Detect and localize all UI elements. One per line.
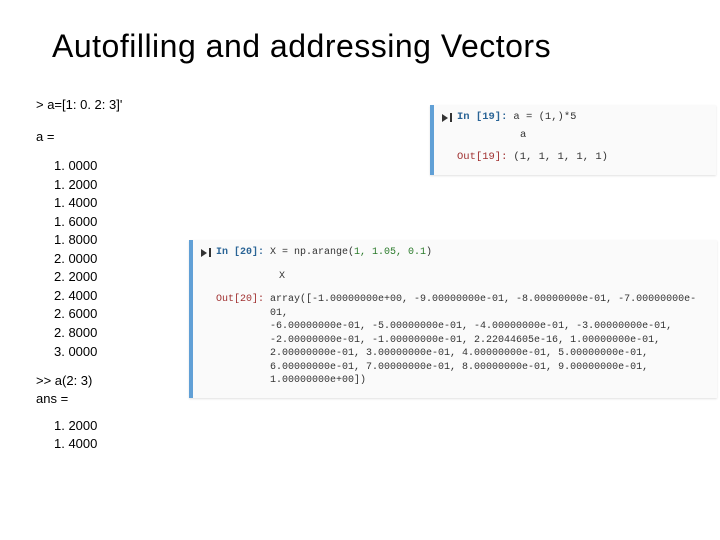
jupyter-cell-1: In [19]: a = (1,)*5 a Out[19]: (1, 1, 1,… [430,105,716,175]
input-prompt: In [20]: [216,246,264,260]
matlab-value: 1. 2000 [54,176,122,194]
cell-expr: a [520,129,706,141]
cell-output: (1, 1, 1, 1, 1) [513,151,706,163]
input-prompt: In [19]: [457,111,507,123]
cell-code: X = np.arange(1, 1.05, 0.1) [270,246,707,260]
cell-expr: X [279,270,707,284]
matlab-value: 1. 0000 [54,157,122,175]
code-text: X = np.arange( [270,247,354,258]
matlab-value: 3. 0000 [54,343,122,361]
output-prompt: Out[19]: [457,151,507,163]
matlab-value: 2. 4000 [54,287,122,305]
matlab-var-label: a = [36,128,122,146]
array-line: 6.00000000e-01, 7.00000000e-01, 8.000000… [270,361,707,375]
slide-title: Autofilling and addressing Vectors [52,28,551,65]
array-line: 1.00000000e+00]) [270,374,707,388]
output-prompt: Out[20]: [216,293,264,307]
cell-input-row: In [20]: X = np.arange(1, 1.05, 0.1) [201,246,707,260]
matlab-value: 1. 4000 [54,435,122,453]
array-output: array([-1.00000000e+00, -9.00000000e-01,… [270,293,707,388]
run-icon [442,114,448,122]
cell-code: a = (1,)*5 [513,111,706,123]
matlab-command-1: > a=[1: 0. 2: 3]' [36,96,122,114]
matlab-command-2: >> a(2: 3) [36,372,122,390]
matlab-values-list: 1. 0000 1. 2000 1. 4000 1. 6000 1. 8000 … [54,157,122,360]
matlab-value: 1. 6000 [54,213,122,231]
code-args: 1, 1.05, 0.1 [354,247,426,258]
cell-output-row: Out[19]: (1, 1, 1, 1, 1) [442,151,706,163]
array-line: -2.00000000e-01, -1.00000000e-01, 2.2204… [270,334,707,348]
code-text: ) [426,247,432,258]
array-line: array([-1.00000000e+00, -9.00000000e-01,… [270,293,707,320]
bar-icon [209,248,211,257]
bar-icon [450,113,452,122]
jupyter-cell-2: In [20]: X = np.arange(1, 1.05, 0.1) X O… [189,240,717,398]
cell-input-row: In [19]: a = (1,)*5 [442,111,706,123]
cell-output-row: Out[20]: array([-1.00000000e+00, -9.0000… [201,293,707,388]
matlab-value: 2. 2000 [54,268,122,286]
matlab-value: 2. 0000 [54,250,122,268]
matlab-ans-label: ans = [36,390,122,408]
matlab-value: 1. 8000 [54,231,122,249]
matlab-value: 1. 4000 [54,194,122,212]
run-icon [201,249,207,257]
array-line: 2.00000000e-01, 3.00000000e-01, 4.000000… [270,347,707,361]
matlab-value: 1. 2000 [54,417,122,435]
matlab-console: > a=[1: 0. 2: 3]' a = 1. 0000 1. 2000 1.… [36,96,122,452]
array-line: -6.00000000e-01, -5.00000000e-01, -4.000… [270,320,707,334]
matlab-value: 2. 6000 [54,305,122,323]
matlab-value: 2. 8000 [54,324,122,342]
matlab-ans-values: 1. 2000 1. 4000 [54,417,122,452]
